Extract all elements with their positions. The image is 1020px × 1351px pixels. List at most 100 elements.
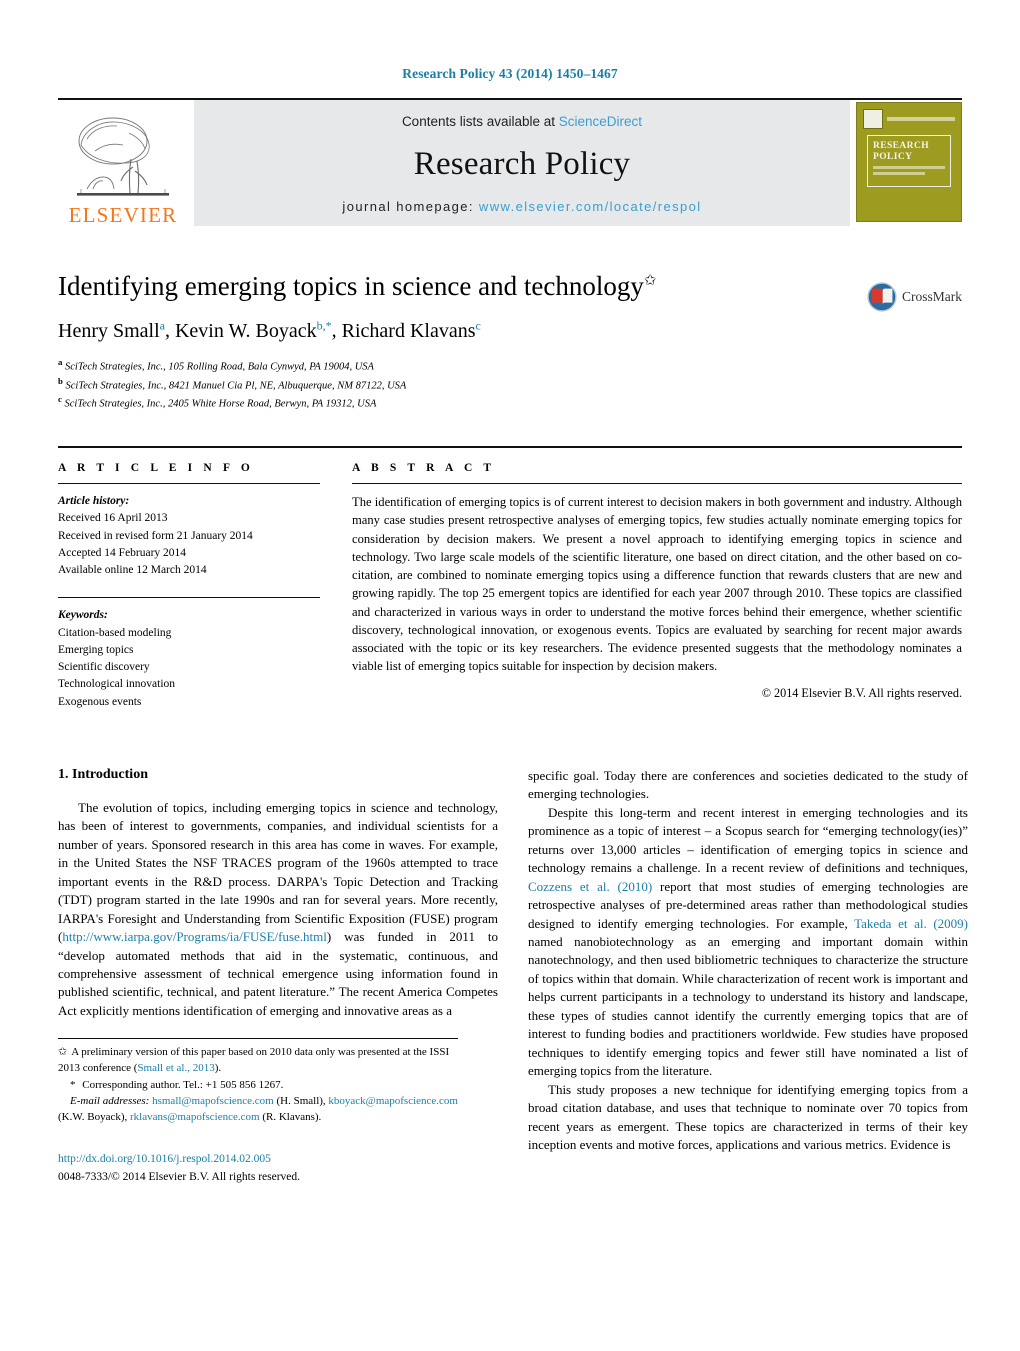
- email-owner-klavans: (R. Klavans): [262, 1110, 319, 1123]
- author-3-name: Richard Klavans: [341, 320, 476, 343]
- affiliation-1-text: SciTech Strategies, Inc., 105 Rolling Ro…: [65, 361, 374, 373]
- footnote-corresponding-author: * Corresponding author. Tel.: +1 505 856…: [58, 1078, 458, 1094]
- crossmark-badge[interactable]: CrossMark: [866, 270, 962, 324]
- email-owner-boyack: (K.W. Boyack): [58, 1110, 125, 1123]
- citation-link-takeda[interactable]: Takeda et al. (2009): [854, 916, 968, 931]
- affiliation-3-sup: c: [58, 394, 62, 405]
- footnote-corr-text: Corresponding author. Tel.: +1 505 856 1…: [82, 1078, 284, 1091]
- homepage-prefix: journal homepage:: [342, 199, 479, 214]
- body-columns: 1. Introduction The evolution of topics,…: [58, 767, 968, 1186]
- journal-homepage-line: journal homepage: www.elsevier.com/locat…: [342, 199, 701, 214]
- journal-masthead: ELSEVIER Contents lists available at Sci…: [58, 98, 962, 226]
- affiliation-item: c SciTech Strategies, Inc., 2405 White H…: [58, 393, 962, 412]
- author-1-name: Henry Small: [58, 320, 160, 343]
- masthead-center-panel: Contents lists available at ScienceDirec…: [194, 100, 850, 226]
- footnote-emails: E-mail addresses: hsmall@mapofscience.co…: [58, 1095, 458, 1123]
- keyword-item: Technological innovation: [58, 678, 176, 691]
- cover-journal-title: RESEARCH POLICY: [873, 141, 929, 162]
- affiliation-2-text: SciTech Strategies, Inc., 8421 Manuel Ci…: [65, 380, 407, 392]
- cover-header-strip: [863, 108, 955, 130]
- journal-cover-thumbnail: RESEARCH POLICY: [856, 102, 962, 222]
- contents-prefix: Contents lists available at: [401, 114, 559, 129]
- abstract-copyright: © 2014 Elsevier B.V. All rights reserved…: [761, 685, 962, 700]
- footnote-star-reference-link[interactable]: Small et al., 2013: [137, 1062, 214, 1074]
- page-title: Identifying emerging topics in science a…: [58, 270, 962, 302]
- cover-title-box: RESEARCH POLICY: [867, 135, 951, 187]
- contents-available-line: Contents lists available at ScienceDirec…: [402, 114, 642, 129]
- keyword-item: Emerging topics: [58, 643, 134, 656]
- abstract-column: A B S T R A C T The identification of em…: [352, 462, 962, 711]
- citation-link-cozzens[interactable]: Cozzens et al. (2010): [528, 879, 652, 894]
- intro-paragraph-3: This study proposes a new technique for …: [528, 1081, 968, 1153]
- footnote-asterisk-symbol: *: [70, 1078, 76, 1091]
- body-column-left: 1. Introduction The evolution of topics,…: [58, 767, 498, 1186]
- author-list: Henry Smalla, Kevin W. Boyackb,*, Richar…: [58, 318, 481, 343]
- email-link-boyack[interactable]: kboyack@mapofscience.com: [328, 1095, 458, 1107]
- article-title-block: CrossMark Identifying emerging topics in…: [58, 270, 962, 412]
- crossmark-icon: [867, 282, 897, 312]
- author-1-sup[interactable]: a: [160, 318, 165, 332]
- keywords-rule: [58, 597, 320, 599]
- affiliation-item: b SciTech Strategies, Inc., 8421 Manuel …: [58, 375, 962, 394]
- email-link-small[interactable]: hsmall@mapofscience.com: [152, 1095, 274, 1107]
- keyword-item: Scientific discovery: [58, 661, 150, 674]
- author-1: Henry Smalla: [58, 318, 165, 343]
- author-3: Richard Klavansc: [341, 318, 481, 343]
- issn-copyright-line: 0048-7333/© 2014 Elsevier B.V. All right…: [58, 1170, 301, 1183]
- cover-header-rule: [887, 117, 955, 121]
- body-column-right: specific goal. Today there are conferenc…: [528, 767, 968, 1186]
- article-info-rule: [58, 483, 320, 485]
- intro-p2-part-a: Despite this long-term and recent intere…: [528, 804, 968, 876]
- article-info-column: A R T I C L E I N F O Article history: R…: [58, 462, 320, 711]
- footnote-star-text-a: A preliminary version of this paper base…: [58, 1046, 450, 1074]
- fuse-program-link[interactable]: http://www.iarpa.gov/Programs/ia/FUSE/fu…: [62, 929, 327, 944]
- keywords-block: Keywords: Citation-based modeling Emergi…: [58, 607, 320, 711]
- author-3-sup[interactable]: c: [476, 318, 481, 332]
- history-item: Available online 12 March 2014: [58, 564, 207, 577]
- abstract-heading: A B S T R A C T: [352, 462, 496, 475]
- cover-subtitle-rule-1: [873, 165, 945, 169]
- section-heading-introduction: 1. Introduction: [58, 766, 148, 782]
- intro-paragraph-1: The evolution of topics, including emerg…: [58, 799, 498, 1020]
- doi-footer-block: http://dx.doi.org/10.1016/j.respol.2014.…: [58, 1151, 458, 1186]
- title-footnote-symbol: ✩: [643, 273, 657, 289]
- paper-page: Research Policy 43 (2014) 1450–1467 ELSE…: [0, 0, 1020, 1351]
- affiliation-2-sup: b: [58, 375, 63, 386]
- author-2-name: Kevin W. Boyack: [174, 320, 317, 343]
- keyword-item: Citation-based modeling: [58, 626, 172, 639]
- email-addresses-label: E-mail addresses:: [70, 1095, 150, 1108]
- affiliation-item: a SciTech Strategies, Inc., 105 Rolling …: [58, 356, 962, 375]
- elsevier-logo: ELSEVIER: [58, 100, 188, 226]
- doi-link[interactable]: http://dx.doi.org/10.1016/j.respol.2014.…: [58, 1151, 458, 1168]
- running-head: Research Policy 43 (2014) 1450–1467: [402, 66, 618, 81]
- article-history-label: Article history:: [58, 495, 130, 508]
- intro-paragraph-2: Despite this long-term and recent intere…: [528, 804, 968, 1081]
- paper-title-text: Identifying emerging topics in science a…: [58, 271, 644, 301]
- cover-badge-icon: [863, 109, 883, 129]
- keyword-item: Exogenous events: [58, 695, 142, 708]
- article-history-block: Article history: Received 16 April 2013 …: [58, 493, 320, 579]
- sciencedirect-link[interactable]: ScienceDirect: [559, 114, 642, 129]
- info-abstract-section: A R T I C L E I N F O Article history: R…: [58, 446, 962, 711]
- article-info-heading: A R T I C L E I N F O: [58, 462, 254, 475]
- email-link-klavans[interactable]: rklavans@mapofscience.com: [130, 1111, 260, 1123]
- abstract-text: The identification of emerging topics is…: [352, 495, 962, 674]
- history-item: Received in revised form 21 January 2014: [58, 529, 253, 542]
- email-owner-small: (H. Small): [276, 1095, 323, 1108]
- abstract-rule: [352, 483, 962, 485]
- footnote-star-text-b: ).: [214, 1062, 222, 1074]
- affiliation-1-sup: a: [58, 357, 63, 368]
- keywords-label: Keywords:: [58, 609, 108, 622]
- journal-homepage-link[interactable]: www.elsevier.com/locate/respol: [479, 199, 702, 214]
- journal-title: Research Policy: [413, 145, 631, 182]
- history-item: Received 16 April 2013: [58, 512, 168, 525]
- affiliation-3-text: SciTech Strategies, Inc., 2405 White Hor…: [64, 398, 377, 410]
- author-2-sup[interactable]: b,*: [317, 318, 332, 332]
- intro-paragraph-1-continued: specific goal. Today there are conferenc…: [528, 767, 968, 802]
- crossmark-label: CrossMark: [902, 289, 962, 304]
- footnotes-block: ✩ A preliminary version of this paper bas…: [58, 1038, 458, 1186]
- cover-subtitle-rule-2: [873, 171, 925, 175]
- elsevier-wordmark: ELSEVIER: [68, 203, 178, 227]
- history-item: Accepted 14 February 2014: [58, 546, 187, 559]
- intro-p2-part-c: named nanobiotechnology as an emerging a…: [528, 934, 968, 1079]
